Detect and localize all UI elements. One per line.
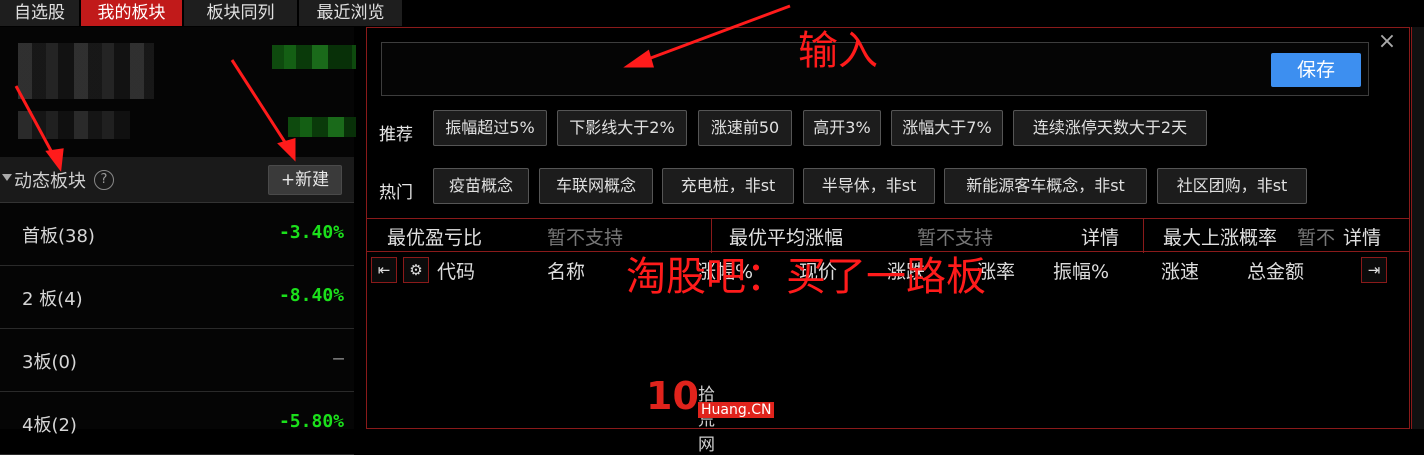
arrow-head — [277, 138, 296, 162]
arrow-new — [230, 59, 292, 151]
arrow-input — [639, 4, 791, 64]
watermark-logo: 10 — [646, 374, 699, 418]
scrollbar[interactable] — [1411, 27, 1424, 429]
annotation-arrows — [14, 4, 791, 172]
arrow-head — [45, 148, 64, 172]
watermark-en: Huang.CN — [698, 402, 775, 418]
arrow-head — [623, 49, 654, 68]
arrow-dynamic — [14, 85, 58, 161]
